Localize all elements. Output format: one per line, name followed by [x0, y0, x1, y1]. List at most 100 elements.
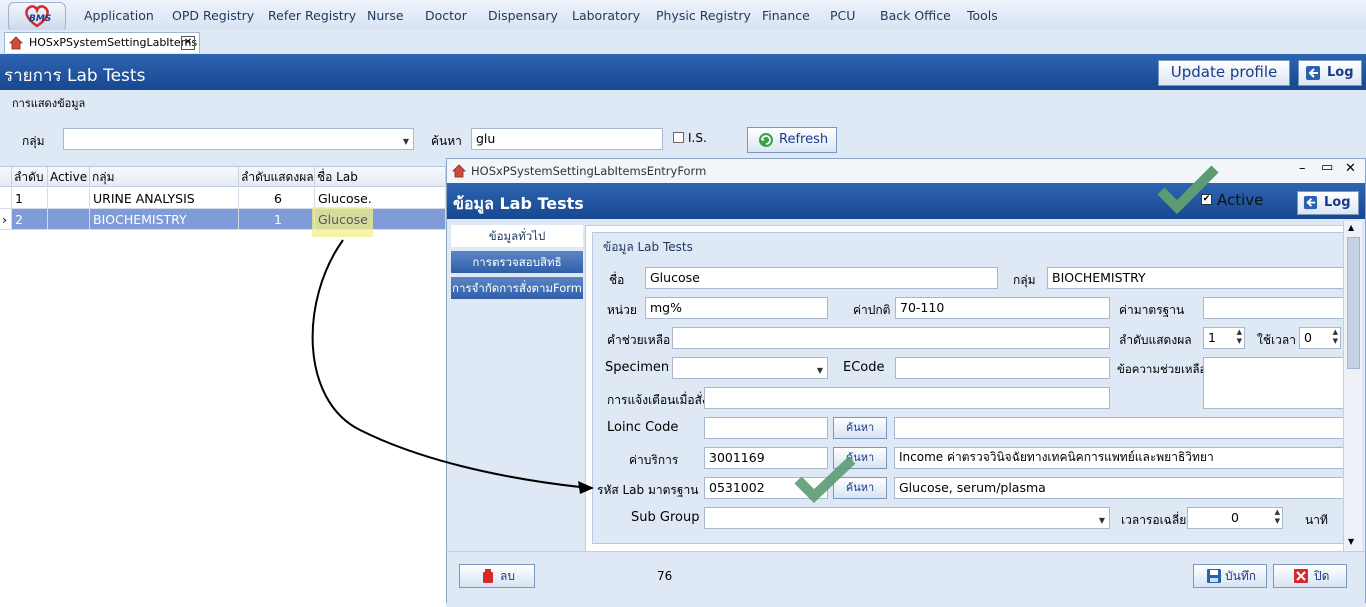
delete-button[interactable]: ลบ — [459, 564, 535, 588]
average-wait-spinner[interactable]: 0 ▲ ▼ — [1187, 507, 1283, 529]
subgroup-select[interactable]: ▼ — [704, 507, 1110, 529]
menu-doctor[interactable]: Doctor — [425, 8, 467, 23]
loinc-search-button[interactable]: ค้นหา — [833, 417, 887, 439]
group-filter-select[interactable]: ▼ — [63, 128, 414, 150]
logout-icon — [1306, 66, 1320, 80]
menu-back-office[interactable]: Back Office — [880, 8, 951, 23]
spinner-arrows-icon[interactable]: ▲ ▼ — [1237, 328, 1242, 346]
dialog-titlebar: HOSxPSystemSettingLabItemsEntryForm – ▭ … — [447, 159, 1365, 183]
scrollbar-thumb[interactable] — [1347, 237, 1360, 369]
standard-value-input[interactable] — [1203, 297, 1347, 319]
check-mark-annotation-icon — [794, 456, 856, 503]
tab-rights-check[interactable]: การตรวจสอบสิทธิ — [451, 251, 583, 273]
menu-application[interactable]: Application — [84, 8, 154, 23]
name-input[interactable]: Glucose — [645, 267, 998, 289]
active-label: Active — [1217, 191, 1264, 209]
menu-refer-registry[interactable]: Refer Registry — [268, 8, 356, 23]
save-button[interactable]: บันทึก — [1193, 564, 1267, 588]
spinner-arrows-icon[interactable]: ▲ ▼ — [1333, 328, 1338, 346]
update-profile-button[interactable]: Update profile — [1158, 60, 1290, 86]
table-row[interactable]: 1 URINE ANALYSIS 6 Glucose. — [0, 188, 446, 209]
time-label: ใช้เวลา — [1257, 333, 1296, 347]
close-tab-icon[interactable]: ✕ — [181, 36, 195, 50]
column-header-no[interactable]: ลำดับ — [12, 167, 48, 187]
cell-no: 2 — [12, 209, 48, 230]
column-header-lab-name[interactable]: ชื่อ Lab — [315, 167, 446, 187]
row-indicator-header — [0, 167, 12, 187]
cell-lab-name: Glucose. — [315, 188, 446, 209]
normal-value-input[interactable]: 70-110 — [895, 297, 1110, 319]
tab-order-restriction[interactable]: การจำกัดการสั่งตามForm — [451, 277, 583, 299]
is-checkbox[interactable] — [673, 132, 684, 143]
standard-lab-code-description: Glucose, serum/plasma — [894, 477, 1347, 499]
menu-physic-registry[interactable]: Physic Registry — [656, 8, 751, 23]
cell-no: 1 — [12, 188, 48, 209]
cell-group: URINE ANALYSIS — [90, 188, 239, 209]
loinc-code-input[interactable] — [704, 417, 828, 439]
display-order-spinner[interactable]: 1 ▲ ▼ — [1203, 327, 1245, 349]
specimen-select[interactable]: ▼ — [672, 357, 828, 379]
column-header-group[interactable]: กลุ่ม — [90, 167, 239, 187]
search-input[interactable]: glu — [471, 128, 663, 150]
menu-laboratory[interactable]: Laboratory — [572, 8, 640, 23]
menu-bar: BMS Application OPD Registry Refer Regis… — [0, 0, 1366, 32]
vertical-scrollbar[interactable]: ▲ ▼ — [1343, 221, 1362, 551]
help-input[interactable] — [672, 327, 1110, 349]
column-header-display-order[interactable]: ลำดับแสดงผล — [239, 167, 315, 187]
scroll-down-icon[interactable]: ▼ — [1348, 537, 1354, 546]
chevron-down-icon: ▼ — [402, 137, 409, 146]
general-panel: ข้อมูล Lab Tests ชื่อ Glucose กลุ่ม BIOC… — [585, 225, 1353, 553]
search-value: glu — [476, 131, 496, 146]
unit-label: หน่วย — [607, 303, 637, 317]
menu-opd-registry[interactable]: OPD Registry — [172, 8, 254, 23]
close-window-icon[interactable]: ✕ — [1345, 161, 1356, 176]
name-value: Glucose — [650, 270, 700, 285]
menu-pcu[interactable]: PCU — [830, 8, 855, 23]
help-label: คำช่วยเหลือ — [607, 333, 671, 347]
group-value: BIOCHEMISTRY — [1052, 270, 1146, 285]
ecode-input[interactable] — [895, 357, 1110, 379]
subgroup-label: Sub Group — [631, 510, 700, 525]
order-warning-input[interactable] — [704, 387, 1110, 409]
scroll-up-icon[interactable]: ▲ — [1348, 223, 1354, 232]
log-button-label: Log — [1327, 65, 1354, 80]
close-label: ปิด — [1314, 569, 1330, 583]
group-input[interactable]: BIOCHEMISTRY — [1047, 267, 1347, 289]
delete-label: ลบ — [500, 569, 515, 583]
menu-dispensary[interactable]: Dispensary — [488, 8, 558, 23]
page-title: รายการ Lab Tests — [4, 66, 146, 86]
home-icon — [452, 164, 466, 178]
logo-text: BMS — [29, 14, 52, 24]
spinner-arrows-icon[interactable]: ▲ ▼ — [1275, 508, 1280, 526]
help-message-textarea[interactable] — [1203, 357, 1347, 409]
close-button[interactable]: ปิด — [1273, 564, 1347, 588]
maximize-icon[interactable]: ▭ — [1321, 160, 1333, 175]
average-wait-label: เวลารอเฉลี่ย — [1121, 513, 1187, 527]
row-indicator — [0, 188, 12, 209]
record-count: 76 — [657, 569, 673, 583]
unit-value: mg% — [650, 300, 682, 315]
tab-general[interactable]: ข้อมูลทั่วไป — [451, 225, 583, 247]
menu-finance[interactable]: Finance — [762, 8, 810, 23]
document-tab[interactable]: HOSxPSystemSettingLabItems ✕ — [4, 32, 200, 53]
floppy-disk-icon — [1207, 569, 1221, 583]
column-header-active[interactable]: Active — [48, 167, 90, 187]
save-label: บันทึก — [1225, 569, 1256, 583]
menu-tools[interactable]: Tools — [967, 8, 998, 23]
menu-nurse[interactable]: Nurse — [367, 8, 404, 23]
bms-logo[interactable]: BMS — [8, 2, 66, 32]
time-spinner[interactable]: 0 ▲ ▼ — [1299, 327, 1341, 349]
order-warning-label: การแจ้งเตือนเมื่อสั่ง — [607, 393, 708, 407]
group-filter-label: กลุ่ม — [22, 134, 45, 148]
cell-active — [48, 209, 90, 230]
log-button[interactable]: Log — [1298, 60, 1362, 86]
minimize-icon[interactable]: – — [1299, 161, 1306, 176]
dialog-log-button[interactable]: Log — [1297, 191, 1359, 215]
cell-display-order: 1 — [239, 209, 315, 230]
refresh-button[interactable]: Refresh — [747, 127, 837, 153]
check-mark-annotation-icon — [1157, 165, 1219, 215]
table-row-selected[interactable]: › 2 BIOCHEMISTRY 1 Glucose — [0, 209, 446, 230]
dialog-header-title: ข้อมูล Lab Tests — [453, 194, 584, 213]
unit-input[interactable]: mg% — [645, 297, 828, 319]
row-pointer-icon: › — [0, 209, 12, 230]
